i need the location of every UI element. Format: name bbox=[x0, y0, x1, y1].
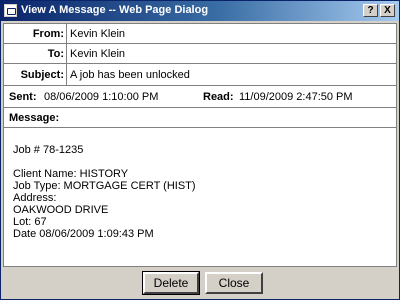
message-line: Address: bbox=[13, 192, 57, 204]
message-label: Message: bbox=[9, 112, 60, 124]
message-line: Job # 78-1235 bbox=[13, 144, 84, 156]
to-value: Kevin Klein bbox=[70, 48, 126, 60]
message-line: OAKWOOD DRIVE bbox=[13, 204, 109, 216]
subject-label: Subject: bbox=[20, 69, 64, 81]
from-row: From: Kevin Klein bbox=[4, 24, 396, 44]
from-value: Kevin Klein bbox=[70, 28, 126, 40]
help-button[interactable]: ? bbox=[363, 4, 378, 17]
message-line: Client Name: HISTORY bbox=[13, 168, 129, 180]
message-line: Job Type: MORTGAGE CERT (HIST) bbox=[13, 180, 196, 192]
message-label-row: Message: bbox=[4, 108, 396, 128]
button-bar: Delete Close bbox=[3, 269, 397, 297]
dates-row: Sent: 08/06/2009 1:10:00 PM Read: 11/09/… bbox=[4, 86, 396, 108]
window-title: View A Message -- Web Page Dialog bbox=[21, 4, 209, 16]
delete-button[interactable]: Delete bbox=[142, 271, 200, 295]
message-line bbox=[13, 156, 196, 168]
message-dialog: View A Message -- Web Page Dialog ? X Fr… bbox=[0, 0, 400, 300]
subject-divider bbox=[66, 64, 67, 85]
message-panel: From: Kevin Klein To: Kevin Klein Subjec… bbox=[3, 23, 397, 267]
message-body: Job # 78-1235 Client Name: HISTORY Job T… bbox=[13, 144, 196, 240]
message-line: Lot: 67 bbox=[13, 216, 47, 228]
read-label: Read: bbox=[203, 91, 234, 103]
to-divider bbox=[66, 44, 67, 63]
read-value: 11/09/2009 2:47:50 PM bbox=[239, 91, 353, 103]
subject-value: A job has been unlocked bbox=[70, 69, 190, 81]
subject-row: Subject: A job has been unlocked bbox=[4, 64, 396, 86]
dialog-icon bbox=[4, 4, 17, 17]
close-button[interactable]: Close bbox=[205, 272, 263, 294]
sent-label: Sent: bbox=[9, 91, 37, 103]
sent-value: 08/06/2009 1:10:00 PM bbox=[44, 91, 159, 103]
from-divider bbox=[66, 24, 67, 43]
title-bar[interactable]: View A Message -- Web Page Dialog ? X bbox=[1, 1, 399, 21]
close-window-button[interactable]: X bbox=[380, 4, 395, 17]
to-row: To: Kevin Klein bbox=[4, 44, 396, 64]
message-line: Date 08/06/2009 1:09:43 PM bbox=[13, 228, 154, 240]
to-label: To: bbox=[47, 48, 64, 60]
from-label: From: bbox=[32, 28, 64, 40]
